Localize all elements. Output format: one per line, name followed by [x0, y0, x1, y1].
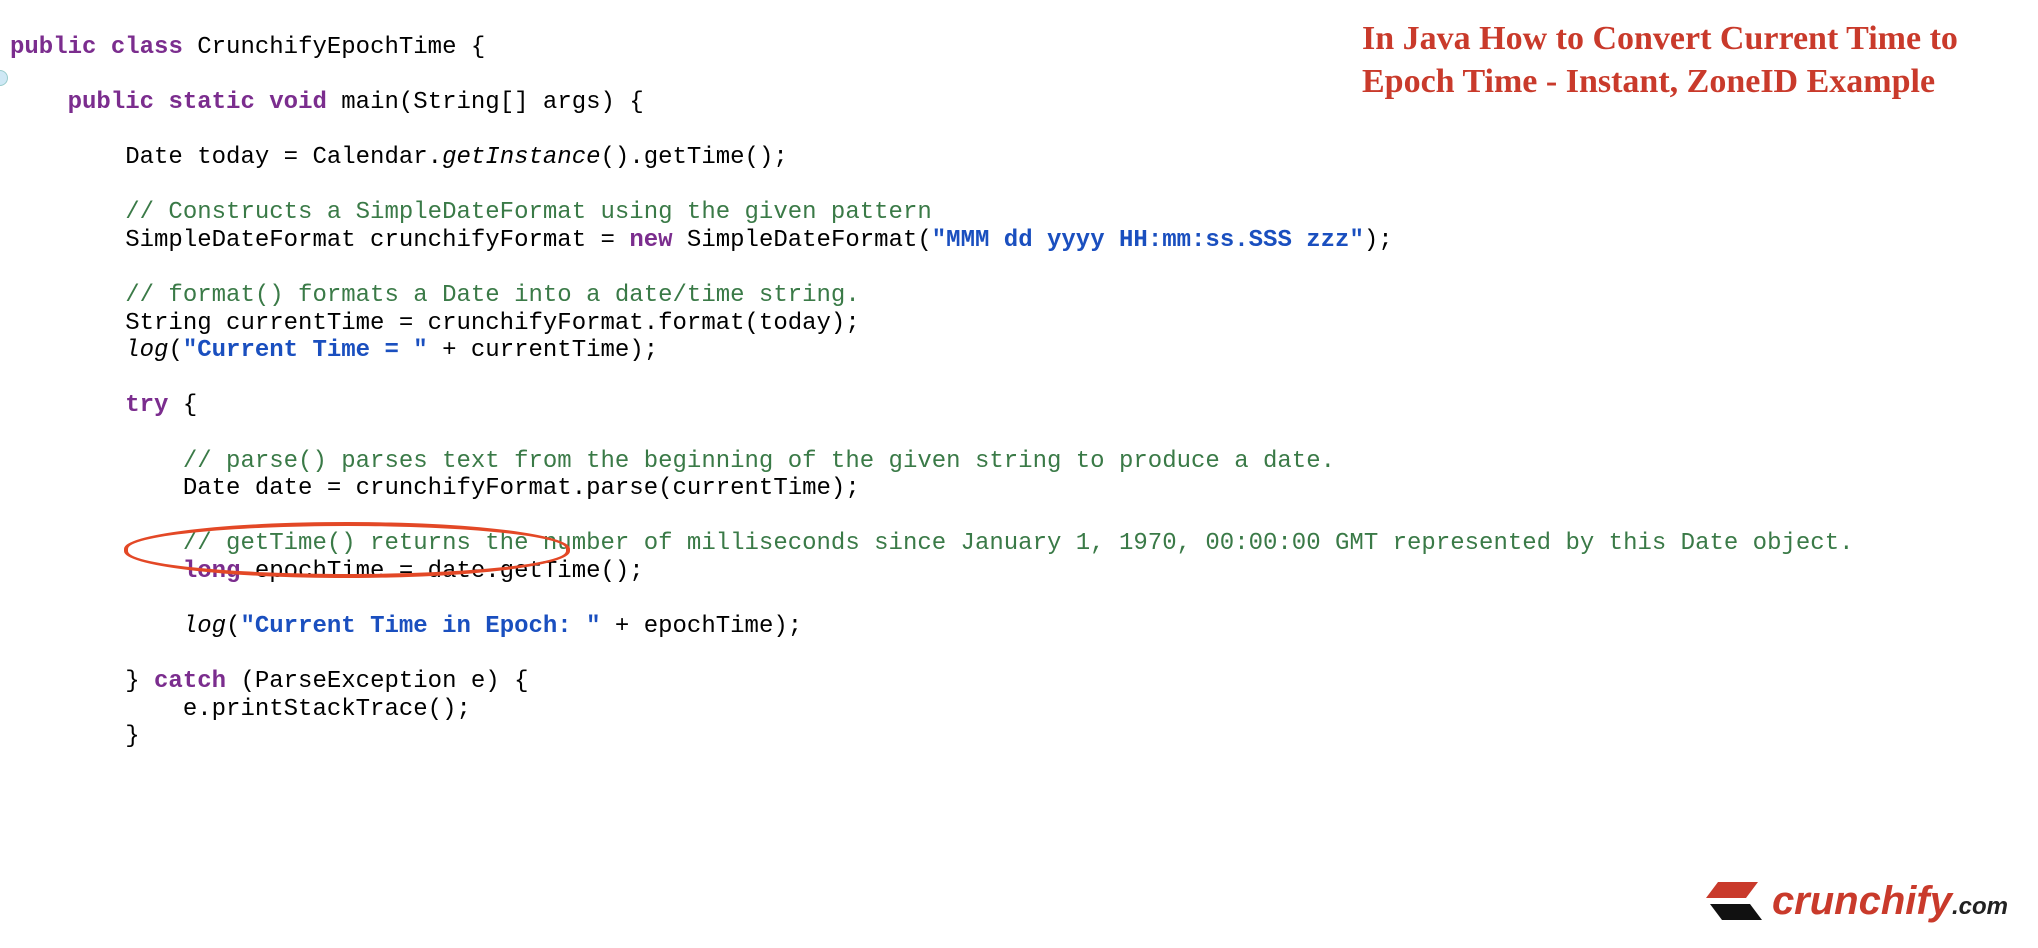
code-token: log — [125, 337, 168, 364]
code-token: main(String[] args) { — [327, 89, 644, 116]
code-token: SimpleDateFormat crunchifyFormat = — [10, 227, 629, 254]
code-string: "Current Time = " — [183, 337, 428, 364]
code-token: epochTime = date.getTime(); — [240, 558, 643, 585]
code-token: Date date = crunchifyFormat.parse(curren… — [10, 475, 860, 502]
code-token: public — [10, 34, 96, 61]
code-token: log — [183, 613, 226, 640]
code-token: { — [168, 392, 197, 419]
code-string: "MMM dd yyyy HH:mm:ss.SSS zzz" — [932, 227, 1364, 254]
code-token: ().getTime(); — [601, 144, 788, 171]
code-token: getInstance — [442, 144, 600, 171]
code-token: public — [68, 89, 154, 116]
code-token — [10, 392, 125, 419]
code-token: new — [629, 227, 672, 254]
code-token: ( — [168, 337, 182, 364]
code-token: try — [125, 392, 168, 419]
code-token: class — [111, 34, 183, 61]
code-token — [10, 613, 183, 640]
code-token: + currentTime); — [428, 337, 658, 364]
brand-logo: crunchify.com — [1706, 876, 2008, 926]
code-token: static — [168, 89, 254, 116]
code-token: ( — [226, 613, 240, 640]
code-token: catch — [154, 668, 226, 695]
code-comment: // Constructs a SimpleDateFormat using t… — [10, 199, 932, 226]
code-token — [10, 558, 183, 585]
code-token: long — [183, 558, 241, 585]
code-token: CrunchifyEpochTime { — [183, 34, 485, 61]
gutter-marker-icon — [0, 70, 8, 86]
code-token: (ParseException e) { — [226, 668, 528, 695]
brand-name: crunchify.com — [1772, 878, 2008, 924]
code-editor: public class CrunchifyEpochTime { public… — [0, 0, 2038, 779]
code-token: } — [10, 723, 140, 750]
code-token — [10, 337, 125, 364]
code-comment: // getTime() returns the number of milli… — [10, 530, 1854, 557]
code-token: } — [10, 668, 154, 695]
code-token: e.printStackTrace(); — [10, 696, 471, 723]
code-comment: // parse() parses text from the beginnin… — [10, 448, 1335, 475]
article-title: In Java How to Convert Current Time to E… — [1362, 18, 2002, 103]
code-token: String currentTime = crunchifyFormat.for… — [10, 310, 860, 337]
code-token: Date today = Calendar. — [10, 144, 442, 171]
code-token: SimpleDateFormat( — [673, 227, 932, 254]
brand-name-text: crunchify — [1772, 879, 1952, 923]
title-line-2: Epoch Time - Instant, ZoneID Example — [1362, 61, 2002, 104]
crunchify-logo-icon — [1706, 876, 1762, 926]
code-string: "Current Time in Epoch: " — [240, 613, 600, 640]
code-comment: // format() formats a Date into a date/t… — [10, 282, 860, 309]
code-token: + epochTime); — [601, 613, 803, 640]
code-token: ); — [1364, 227, 1393, 254]
title-line-1: In Java How to Convert Current Time to — [1362, 18, 2002, 61]
brand-suffix: .com — [1952, 893, 2008, 920]
code-token: void — [269, 89, 327, 116]
